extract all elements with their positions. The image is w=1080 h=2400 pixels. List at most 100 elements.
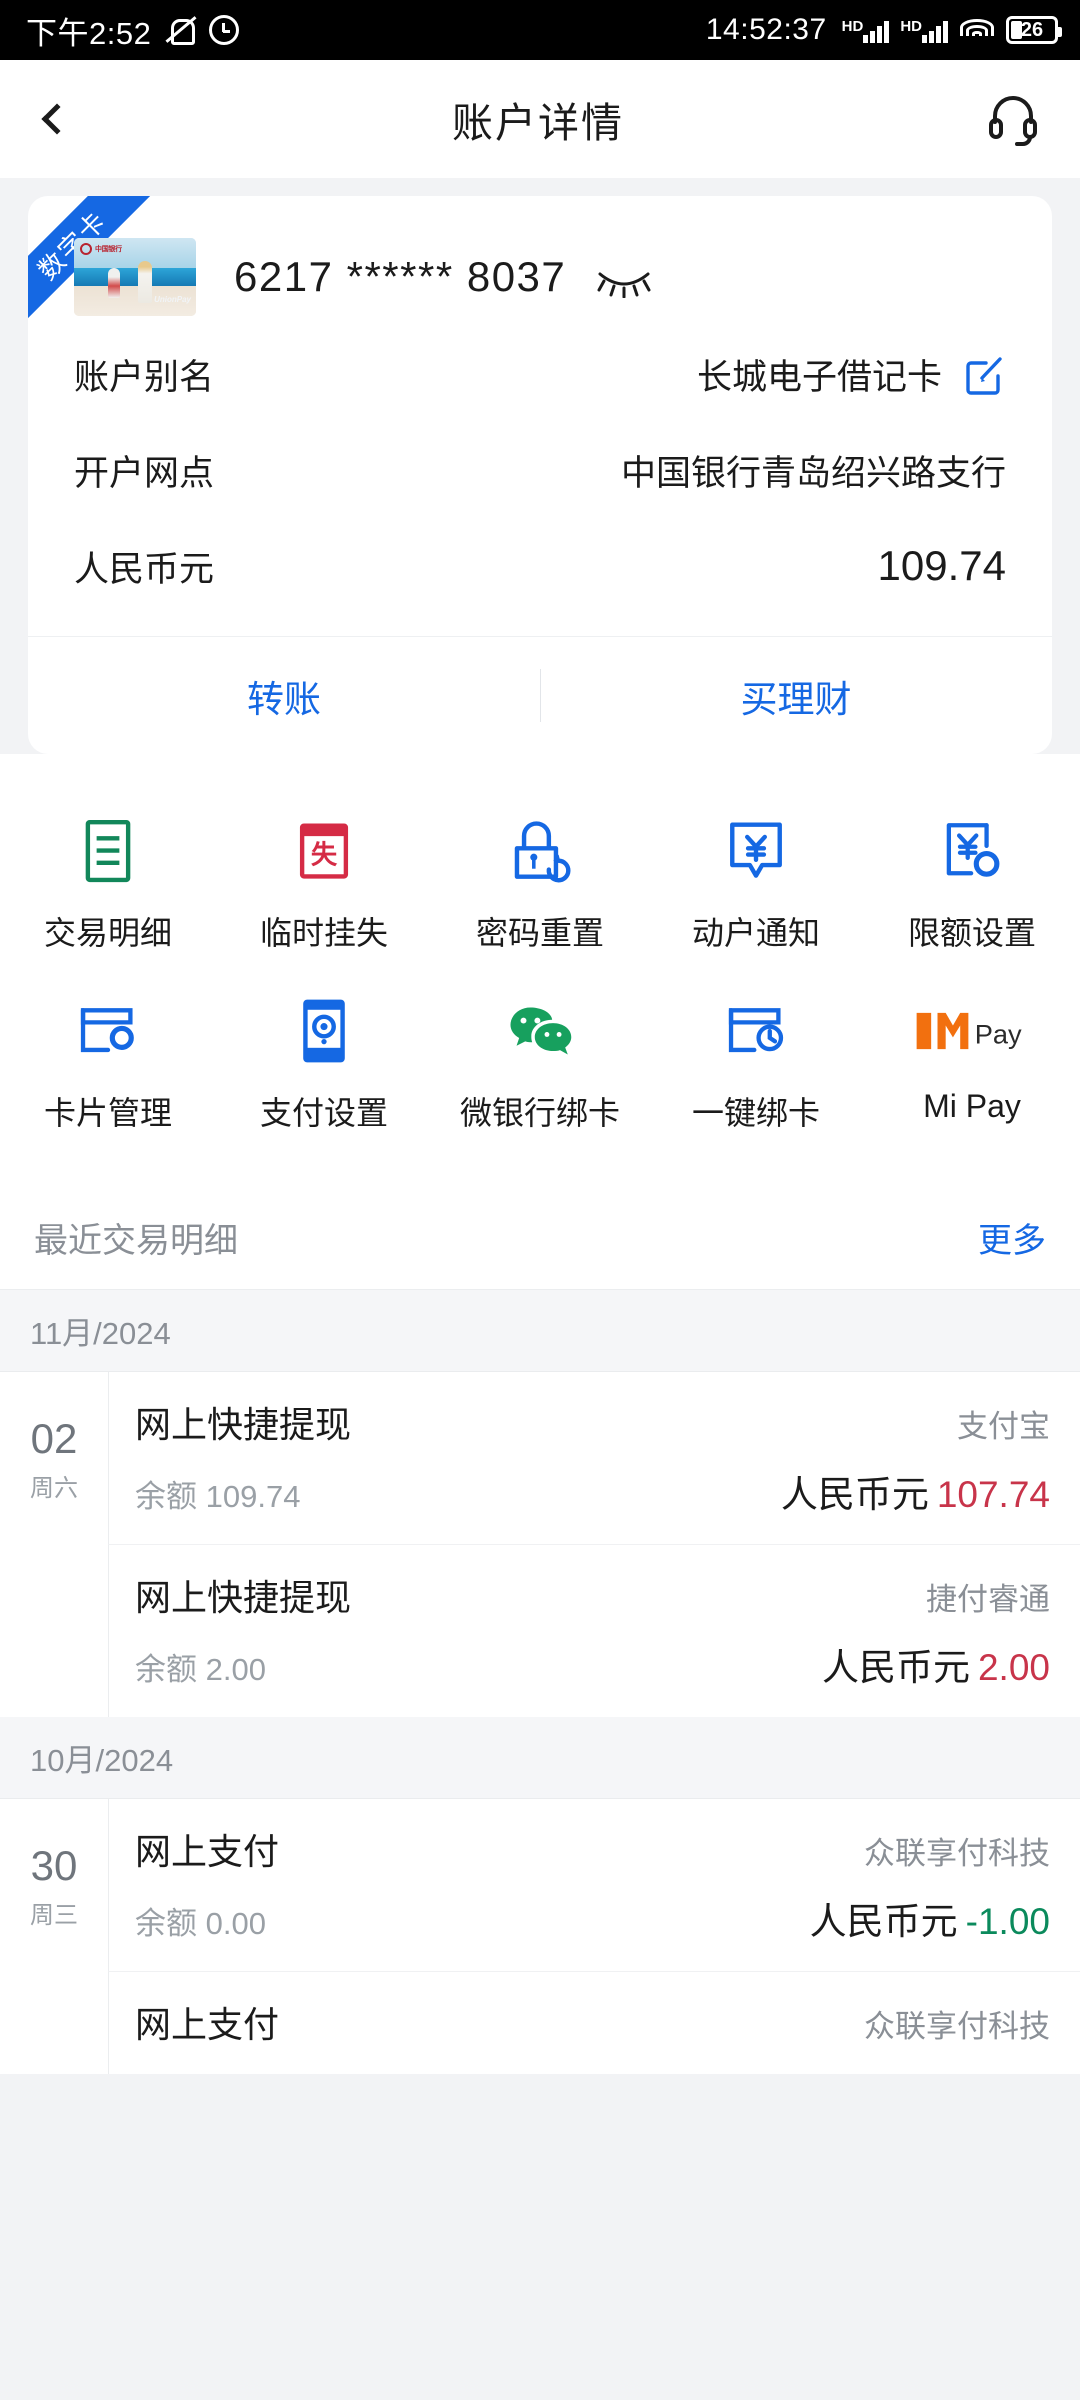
weekday: 周三	[30, 1901, 78, 1929]
transaction-amount-value: 2.00	[977, 1647, 1050, 1688]
recent-transactions-title: 最近交易明细	[34, 1222, 238, 1260]
buy-wealth-button[interactable]: 买理财	[540, 637, 1052, 754]
function-label: 交易明细	[43, 915, 172, 951]
lost-card-icon: 失	[296, 814, 352, 888]
function-one-click-bind-card[interactable]: 一键绑卡	[648, 980, 864, 1160]
account-alias-value: 长城电子借记卡	[696, 357, 942, 397]
transaction-amount: 人民币元 2.00	[822, 1637, 1050, 1691]
status-bar-right: 14:52:37 HD HD 26	[705, 0, 1062, 60]
transaction-amount: 人民币元 -1.00	[810, 1891, 1050, 1945]
transaction-body: 网上支付 众联享付科技 余额 0.00 人民币元 -1.00	[108, 1799, 1080, 1971]
function-payment-settings[interactable]: 支付设置	[216, 980, 432, 1160]
headset-icon	[989, 96, 1037, 146]
eye-closed-icon[interactable]	[596, 260, 652, 299]
table-row[interactable]: 30 周三 网上支付 众联享付科技 余额 0.00 人民币元 -1.00	[0, 1799, 1080, 1971]
signal-bars-icon-2	[922, 17, 948, 43]
alarm-clock-icon	[209, 15, 240, 45]
transaction-balance: 余额 109.74	[135, 1479, 301, 1514]
function-label: 密码重置	[475, 915, 604, 951]
system-clock: 14:52:37	[705, 13, 827, 46]
month-header-nov: 11月/2024	[0, 1290, 1080, 1372]
payment-settings-icon	[301, 994, 347, 1068]
function-label: Mi Pay	[923, 1088, 1021, 1124]
transaction-balance: 余额 0.00	[135, 1906, 266, 1941]
function-label: 动户通知	[691, 915, 820, 951]
mi-pay-icon: Pay	[913, 994, 1031, 1068]
transaction-date: 30 周三	[0, 1799, 108, 1971]
day-number: 30	[30, 1842, 78, 1890]
function-label: 微银行绑卡	[459, 1095, 620, 1131]
function-wechat-bind-card[interactable]: 微银行绑卡	[432, 980, 648, 1160]
yuan-notification-icon	[727, 814, 785, 888]
customer-support-button[interactable]	[984, 90, 1042, 148]
month-header-oct: 10月/2024	[0, 1717, 1080, 1799]
function-label: 一键绑卡	[691, 1095, 820, 1131]
transaction-amount-value: -1.00	[965, 1901, 1050, 1942]
card-action-bar: 转账 买理财	[28, 636, 1052, 754]
transaction-currency: 人民币元	[780, 1474, 929, 1515]
battery-level: 26	[1020, 18, 1044, 41]
transaction-amount-value: 107.74	[936, 1474, 1050, 1515]
card-identity: 中国银行 UnionPay 6217 ****** 8037	[28, 196, 1052, 326]
transaction-body: 网上支付 众联享付科技	[108, 1971, 1080, 2074]
function-card-management[interactable]: 卡片管理	[0, 980, 216, 1160]
card-thumbnail-image: 中国银行 UnionPay	[74, 238, 196, 316]
transaction-balance: 余额 2.00	[135, 1652, 266, 1687]
status-bar-left: 下午2:52	[26, 8, 240, 53]
page-title: 账户详情	[452, 100, 624, 146]
transaction-amount: 人民币元 107.74	[781, 1464, 1050, 1518]
transaction-channel: 众联享付科技	[864, 2009, 1050, 2044]
function-label: 支付设置	[259, 1095, 388, 1131]
app-header: 账户详情	[0, 60, 1080, 178]
system-time-left: 下午2:52	[26, 15, 152, 51]
svg-text:Pay: Pay	[975, 1019, 1022, 1050]
transaction-channel: 支付宝	[957, 1409, 1050, 1444]
account-detail-rows: 账户别名 长城电子借记卡 开户网点 中国银行青岛绍兴路支行 人民币元 109.7…	[28, 326, 1052, 614]
transaction-date	[0, 1971, 108, 2074]
yuan-limit-settings-icon	[942, 814, 1002, 888]
wifi-icon	[959, 17, 995, 43]
lock-reset-icon	[509, 814, 571, 888]
card-number: 6217 ****** 8037	[234, 253, 652, 301]
transaction-channel: 捷付睿通	[926, 1582, 1050, 1617]
hd-label-2: HD	[900, 18, 922, 35]
signal-bars-icon-1	[863, 17, 890, 43]
transaction-title: 网上快捷提现	[135, 1577, 352, 1618]
transaction-title: 网上支付	[135, 2004, 280, 2045]
battery-icon: 26	[1006, 16, 1062, 44]
transfer-button[interactable]: 转账	[28, 637, 540, 754]
function-mi-pay[interactable]: Pay Mi Pay	[864, 980, 1080, 1160]
table-row[interactable]: 网上快捷提现 捷付睿通 余额 2.00 人民币元 2.00	[0, 1544, 1080, 1717]
back-button[interactable]	[38, 92, 92, 146]
table-row[interactable]: 网上支付 众联享付科技	[0, 1971, 1080, 2074]
table-row[interactable]: 02 周六 网上快捷提现 支付宝 余额 109.74 人民币元 107.74	[0, 1372, 1080, 1544]
transaction-title: 网上支付	[135, 1831, 280, 1872]
function-grid-row-2: 卡片管理 支付设置 微银行绑卡 一键绑卡 Pay Mi Pay	[0, 980, 1080, 1160]
function-temporary-loss-report[interactable]: 失 临时挂失	[216, 800, 432, 980]
row-balance: 人民币元 109.74	[74, 518, 1006, 614]
function-label: 临时挂失	[259, 915, 388, 951]
function-password-reset[interactable]: 密码重置	[432, 800, 648, 980]
card-settings-icon	[77, 994, 139, 1068]
transaction-body: 网上快捷提现 支付宝 余额 109.74 人民币元 107.74	[108, 1372, 1080, 1544]
status-bar: 下午2:52 14:52:37 HD HD 26	[0, 0, 1080, 60]
day-number: 02	[30, 1415, 78, 1463]
back-chevron-icon	[41, 103, 73, 135]
function-label: 限额设置	[907, 915, 1036, 951]
transaction-body: 网上快捷提现 捷付睿通 余额 2.00 人民币元 2.00	[108, 1544, 1080, 1717]
card-number-text: 6217 ****** 8037	[234, 253, 567, 300]
edit-pencil-icon[interactable]	[962, 352, 1006, 396]
card-bind-icon	[725, 994, 787, 1068]
function-label: 卡片管理	[43, 1095, 172, 1131]
transaction-channel: 众联享付科技	[864, 1836, 1050, 1871]
transaction-date	[0, 1544, 108, 1717]
function-account-change-notification[interactable]: 动户通知	[648, 800, 864, 980]
row-account-alias[interactable]: 账户别名 长城电子借记卡	[74, 326, 1006, 422]
more-link[interactable]: 更多	[978, 1213, 1046, 1262]
function-grid: 交易明细 失 临时挂失 密码重置 动户通知 限额设置 卡片管理 支付设置 微银行…	[0, 754, 1080, 1186]
svg-text:失: 失	[311, 839, 338, 869]
function-limit-settings[interactable]: 限额设置	[864, 800, 1080, 980]
account-alias-value-wrap: 长城电子借记卡	[697, 349, 1006, 400]
function-transaction-details[interactable]: 交易明细	[0, 800, 216, 980]
signal-1: HD	[842, 17, 890, 43]
